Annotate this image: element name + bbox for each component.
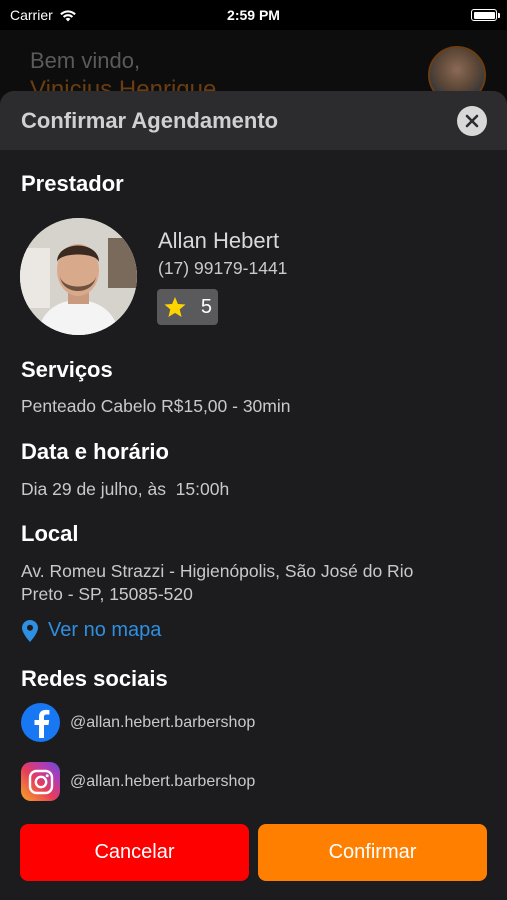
address-line-2: Preto - SP, 15085-520 [21,584,193,604]
facebook-icon [21,703,60,742]
view-map-label: Ver no mapa [48,619,162,641]
service-item: Penteado Cabelo R$15,00 - 30min [21,396,291,416]
carrier-label: Carrier [10,7,53,23]
wifi-icon [59,9,76,21]
appointment-datetime: Dia 29 de julho, às 15:00h [21,479,230,499]
provider-phone: (17) 99179-1441 [158,258,288,278]
instagram-handle: @allan.hebert.barbershop [70,772,256,790]
close-icon [465,114,479,127]
sheet-title: Confirmar Agendamento [21,107,279,133]
confirm-appointment-sheet: Confirmar Agendamento Prestador Allan He… [0,91,507,900]
provider-section-title: Prestador [21,171,124,196]
map-pin-icon [22,619,38,642]
instagram-icon [21,762,60,801]
social-item-facebook[interactable]: @allan.hebert.barbershop [21,703,255,742]
rating-value: 5 [200,295,212,318]
provider-photo [20,218,137,335]
address-line-1: Av. Romeu Strazzi - Higienópolis, São Jo… [21,561,414,581]
provider-name: Allan Hebert [158,228,280,253]
confirm-button[interactable]: Confirmar [258,824,487,881]
services-section-title: Serviços [21,357,113,382]
status-left: Carrier [10,7,77,23]
social-section-title: Redes sociais [21,666,168,691]
facebook-handle: @allan.hebert.barbershop [70,713,256,731]
location-section-title: Local [21,521,79,546]
social-item-instagram[interactable]: @allan.hebert.barbershop [21,762,255,801]
battery-icon [471,9,500,21]
close-button[interactable] [457,105,487,136]
view-map-link[interactable]: Ver no mapa [22,619,161,642]
provider-avatar [20,218,137,335]
datetime-section-title: Data e horário [21,439,169,464]
star-icon [164,296,186,317]
status-bar: Carrier 2:59 PM [0,0,507,30]
cancel-button[interactable]: Cancelar [20,824,249,881]
sheet-header: Confirmar Agendamento [0,91,507,150]
welcome-text: Bem vindo, [30,48,141,73]
rating-badge: 5 [157,289,218,325]
